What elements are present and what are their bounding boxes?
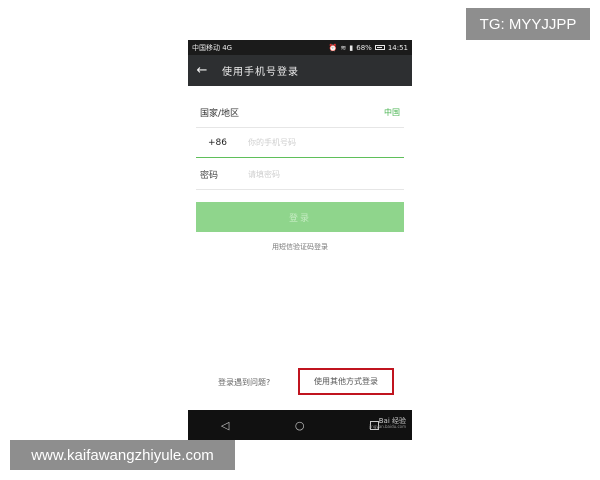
login-button[interactable]: 登录 — [196, 202, 404, 232]
sms-login-link[interactable]: 用短信验证码登录 — [188, 242, 412, 252]
clock: 14:51 — [387, 43, 408, 52]
signal-icon: ▮ — [349, 43, 354, 52]
battery-percent: 68% — [356, 43, 372, 52]
other-login-methods-label: 使用其他方式登录 — [314, 377, 378, 386]
app-bar: ← 使用手机号登录 — [188, 55, 412, 86]
other-login-methods-button[interactable]: 使用其他方式登录 — [298, 368, 394, 395]
login-problem-link[interactable]: 登录遇到问题? — [218, 377, 270, 388]
country-code[interactable]: +86 — [196, 138, 248, 148]
phone-input[interactable]: 你的手机号码 — [248, 137, 296, 148]
wifi-icon: ≋ — [340, 43, 347, 52]
page-title: 使用手机号登录 — [222, 67, 299, 78]
password-row: 密码 请填密码 — [196, 160, 404, 190]
password-input[interactable]: 请填密码 — [248, 169, 280, 180]
region-value[interactable]: 中国 — [384, 107, 400, 118]
navigation-bar: ◁ ○ Bai 经验 jingyan.baidu.com — [188, 410, 412, 440]
region-row[interactable]: 国家/地区 中国 — [196, 98, 404, 128]
back-arrow-icon[interactable]: ← — [188, 63, 216, 78]
baidu-watermark: Bai 经验 jingyan.baidu.com — [369, 418, 406, 429]
nav-back-icon[interactable]: ◁ — [221, 419, 229, 432]
nav-home-icon[interactable]: ○ — [295, 419, 305, 432]
status-right: ⏰ ≋ ▮ 68% 14:51 — [329, 44, 408, 52]
phone-row: +86 你的手机号码 — [196, 128, 404, 158]
region-label: 国家/地区 — [200, 109, 240, 119]
status-bar: 中国移动 4G ⏰ ≋ ▮ 68% 14:51 — [188, 40, 412, 55]
phone-screen: 中国移动 4G ⏰ ≋ ▮ 68% 14:51 ← 使用手机号登录 国家/地区 … — [188, 40, 412, 440]
alarm-icon: ⏰ — [328, 43, 338, 52]
battery-icon — [374, 45, 385, 50]
tg-overlay-label: TG: MYYJJPP — [466, 8, 590, 40]
site-overlay-label: www.kaifawangzhiyule.com — [10, 440, 235, 470]
carrier-label: 中国移动 4G — [192, 43, 233, 52]
password-label: 密码 — [200, 171, 219, 181]
baidu-watermark-url: jingyan.baidu.com — [369, 424, 406, 429]
